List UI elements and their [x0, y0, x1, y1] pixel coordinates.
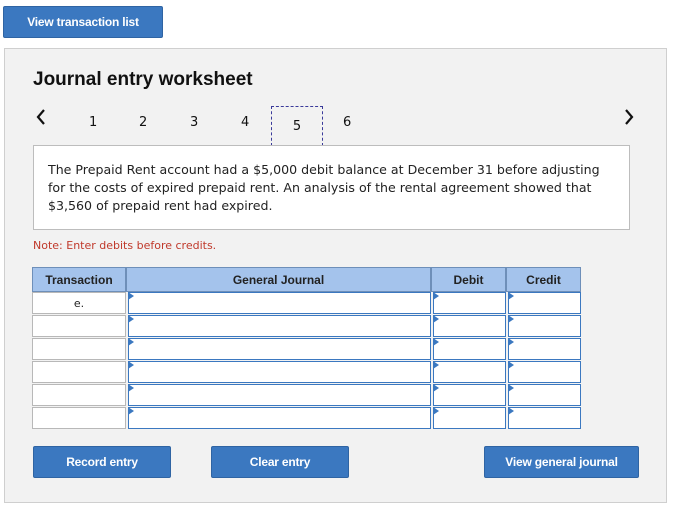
triangle-marker-icon	[128, 292, 134, 300]
table-row-transaction	[32, 338, 126, 360]
table-row-transaction	[32, 315, 126, 337]
table-row-transaction: e.	[32, 292, 126, 314]
page-3[interactable]: 3	[190, 115, 198, 130]
triangle-marker-icon	[433, 361, 439, 369]
triangle-marker-icon	[128, 384, 134, 392]
debit-input[interactable]	[433, 361, 506, 383]
triangle-marker-icon	[508, 292, 514, 300]
journal-account-input[interactable]	[128, 338, 431, 360]
credit-input[interactable]	[508, 407, 581, 429]
credit-input[interactable]	[508, 338, 581, 360]
page-5-current[interactable]: 5	[271, 106, 323, 146]
table-row-transaction	[32, 361, 126, 383]
header-credit: Credit	[506, 267, 581, 292]
triangle-marker-icon	[128, 338, 134, 346]
debit-input[interactable]	[433, 338, 506, 360]
debit-input[interactable]	[433, 384, 506, 406]
triangle-marker-icon	[433, 384, 439, 392]
header-general-journal: General Journal	[126, 267, 431, 292]
journal-account-input[interactable]	[128, 407, 431, 429]
triangle-marker-icon	[433, 407, 439, 415]
worksheet-panel: Journal entry worksheet 1 2 3 4 5 6 The …	[4, 48, 667, 503]
chevron-right-icon[interactable]	[623, 107, 635, 127]
journal-account-input[interactable]	[128, 292, 431, 314]
table-row-transaction	[32, 407, 126, 429]
header-transaction: Transaction	[32, 267, 126, 292]
header-debit: Debit	[431, 267, 506, 292]
page-2[interactable]: 2	[139, 115, 147, 130]
page-title: Journal entry worksheet	[33, 69, 253, 90]
triangle-marker-icon	[508, 407, 514, 415]
problem-description: The Prepaid Rent account had a $5,000 de…	[33, 145, 630, 230]
triangle-marker-icon	[128, 407, 134, 415]
view-general-journal-button[interactable]: View general journal	[484, 446, 639, 478]
journal-account-input[interactable]	[128, 384, 431, 406]
page-1[interactable]: 1	[89, 115, 97, 130]
credit-input[interactable]	[508, 384, 581, 406]
debit-input[interactable]	[433, 315, 506, 337]
triangle-marker-icon	[433, 292, 439, 300]
triangle-marker-icon	[128, 361, 134, 369]
debit-input[interactable]	[433, 292, 506, 314]
triangle-marker-icon	[508, 338, 514, 346]
credit-input[interactable]	[508, 292, 581, 314]
triangle-marker-icon	[433, 315, 439, 323]
triangle-marker-icon	[128, 315, 134, 323]
journal-account-input[interactable]	[128, 315, 431, 337]
table-row-transaction	[32, 384, 126, 406]
triangle-marker-icon	[433, 338, 439, 346]
page-6[interactable]: 6	[343, 115, 351, 130]
clear-entry-button[interactable]: Clear entry	[211, 446, 349, 478]
chevron-left-icon[interactable]	[35, 107, 47, 127]
view-transaction-list-button[interactable]: View transaction list	[3, 6, 163, 38]
credit-input[interactable]	[508, 315, 581, 337]
triangle-marker-icon	[508, 384, 514, 392]
journal-account-input[interactable]	[128, 361, 431, 383]
record-entry-button[interactable]: Record entry	[33, 446, 171, 478]
triangle-marker-icon	[508, 361, 514, 369]
credit-input[interactable]	[508, 361, 581, 383]
debit-input[interactable]	[433, 407, 506, 429]
page-4[interactable]: 4	[241, 115, 249, 130]
note-text: Note: Enter debits before credits.	[33, 239, 217, 252]
triangle-marker-icon	[508, 315, 514, 323]
